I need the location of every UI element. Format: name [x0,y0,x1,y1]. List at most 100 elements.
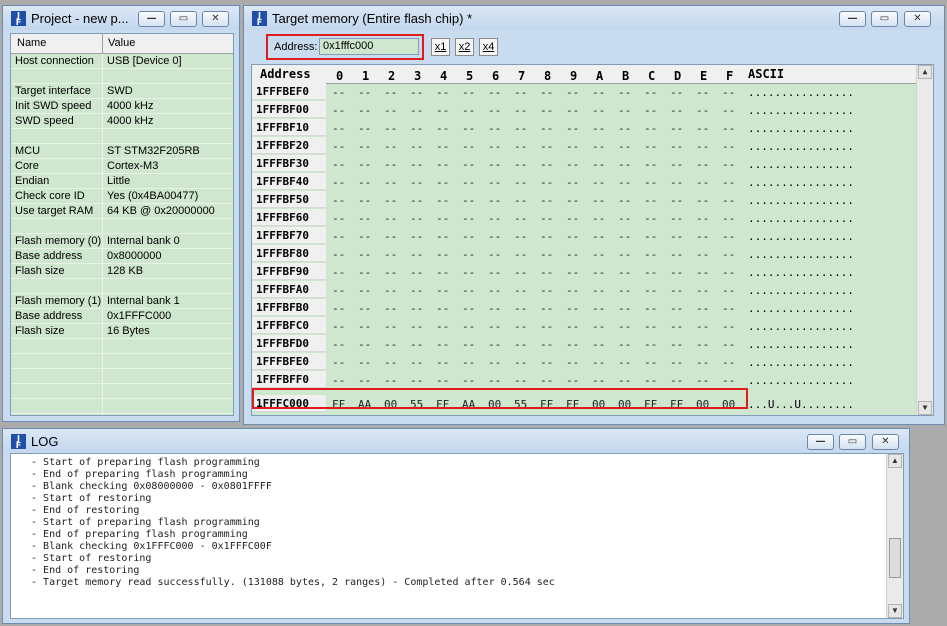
table-row[interactable]: Flash memory (0) Internal bank 0 [11,234,233,249]
byte-cell[interactable]: -- [722,104,735,117]
byte-cell[interactable]: -- [358,104,371,117]
byte-cell[interactable]: -- [722,356,735,369]
byte-cell[interactable]: -- [670,212,683,225]
byte-cell[interactable]: -- [644,86,657,99]
byte-cell[interactable]: -- [722,176,735,189]
byte-cell[interactable]: -- [618,338,631,351]
byte-cell[interactable]: -- [358,122,371,135]
byte-cell[interactable]: -- [566,176,579,189]
memory-titlebar[interactable]: JF Target memory (Entire flash chip) * —… [244,6,944,30]
byte-cell[interactable]: -- [592,302,605,315]
byte-cell[interactable]: -- [384,104,397,117]
table-row[interactable]: Target interface SWD [11,84,233,99]
byte-cell[interactable]: -- [670,122,683,135]
byte-cell[interactable]: -- [696,140,709,153]
byte-cell[interactable]: -- [384,266,397,279]
byte-cell[interactable]: -- [722,248,735,261]
address-cell[interactable]: 1FFFBF20 [252,137,326,154]
byte-cell[interactable]: -- [722,86,735,99]
byte-cell[interactable]: -- [618,302,631,315]
byte-cell[interactable]: -- [566,86,579,99]
byte-cell[interactable]: -- [670,230,683,243]
byte-cell[interactable]: -- [332,266,345,279]
byte-cell[interactable]: -- [462,176,475,189]
byte-cell[interactable]: -- [332,176,345,189]
byte-cell[interactable]: -- [462,140,475,153]
byte-cell[interactable]: -- [566,374,579,387]
byte-cell[interactable]: -- [592,194,605,207]
byte-cell[interactable]: -- [410,374,423,387]
byte-cell[interactable]: -- [644,302,657,315]
address-cell[interactable]: 1FFFBF30 [252,155,326,172]
byte-cell[interactable]: -- [410,248,423,261]
address-cell[interactable]: 1FFFBF60 [252,209,326,226]
byte-cell[interactable]: -- [410,122,423,135]
byte-cell[interactable]: -- [436,212,449,225]
byte-cell[interactable]: -- [410,356,423,369]
scroll-down-arrow-icon[interactable]: ▼ [888,604,902,618]
byte-cell[interactable]: -- [358,248,371,261]
address-cell[interactable]: 1FFFBF50 [252,191,326,208]
byte-cell[interactable]: -- [462,194,475,207]
byte-cell[interactable]: -- [436,356,449,369]
ascii-cell[interactable]: ................ [748,212,854,225]
address-cell[interactable]: 1FFFBF10 [252,119,326,136]
byte-cell[interactable]: -- [410,176,423,189]
byte-cell[interactable]: -- [384,374,397,387]
table-row[interactable]: MCU ST STM32F205RB [11,144,233,159]
ascii-cell[interactable]: ................ [748,194,854,207]
byte-cell[interactable]: -- [488,230,501,243]
byte-cell[interactable]: -- [566,140,579,153]
byte-cell[interactable]: -- [618,266,631,279]
address-cell[interactable]: 1FFFBEF0 [252,83,326,100]
x2-button[interactable]: x2 [455,38,474,56]
byte-cell[interactable]: -- [696,284,709,297]
byte-cell[interactable]: -- [436,248,449,261]
byte-cell[interactable]: -- [514,86,527,99]
byte-cell[interactable]: -- [436,266,449,279]
byte-cell[interactable]: -- [488,320,501,333]
ascii-cell[interactable]: ................ [748,158,854,171]
byte-cell[interactable]: -- [670,158,683,171]
byte-cell[interactable]: -- [332,104,345,117]
byte-cell[interactable]: -- [592,374,605,387]
byte-cell[interactable]: -- [488,374,501,387]
byte-cell[interactable]: -- [722,320,735,333]
table-row[interactable]: Flash size 128 KB [11,264,233,279]
byte-cell[interactable]: -- [566,230,579,243]
byte-cell[interactable]: -- [592,104,605,117]
byte-cell[interactable]: -- [696,356,709,369]
address-input[interactable]: 0x1fffc000 [319,38,419,55]
byte-cell[interactable]: -- [384,212,397,225]
table-row[interactable] [11,399,233,414]
byte-cell[interactable]: -- [670,284,683,297]
byte-cell[interactable]: -- [644,338,657,351]
byte-cell[interactable]: -- [462,212,475,225]
byte-cell[interactable]: -- [696,122,709,135]
address-cell[interactable]: 1FFFBFF0 [252,371,326,388]
byte-cell[interactable]: -- [722,302,735,315]
byte-cell[interactable]: -- [332,248,345,261]
byte-cell[interactable]: -- [722,338,735,351]
byte-cell[interactable]: -- [332,338,345,351]
maximize-button[interactable]: ▭ [871,11,898,27]
byte-cell[interactable]: -- [462,104,475,117]
byte-cell[interactable]: -- [514,374,527,387]
address-cell[interactable]: 1FFFBFE0 [252,353,326,370]
byte-cell[interactable]: -- [488,176,501,189]
byte-cell[interactable]: -- [618,374,631,387]
byte-cell[interactable]: -- [410,194,423,207]
byte-cell[interactable]: -- [696,176,709,189]
byte-cell[interactable]: -- [722,284,735,297]
byte-cell[interactable]: -- [384,86,397,99]
byte-cell[interactable]: -- [358,176,371,189]
byte-cell[interactable]: -- [644,248,657,261]
byte-cell[interactable]: -- [514,212,527,225]
ascii-cell[interactable]: ................ [748,356,854,369]
address-cell[interactable]: 1FFFBFB0 [252,299,326,316]
byte-cell[interactable]: -- [696,104,709,117]
byte-cell[interactable]: -- [410,338,423,351]
byte-cell[interactable]: -- [618,230,631,243]
table-row[interactable] [11,384,233,399]
byte-cell[interactable]: -- [384,140,397,153]
